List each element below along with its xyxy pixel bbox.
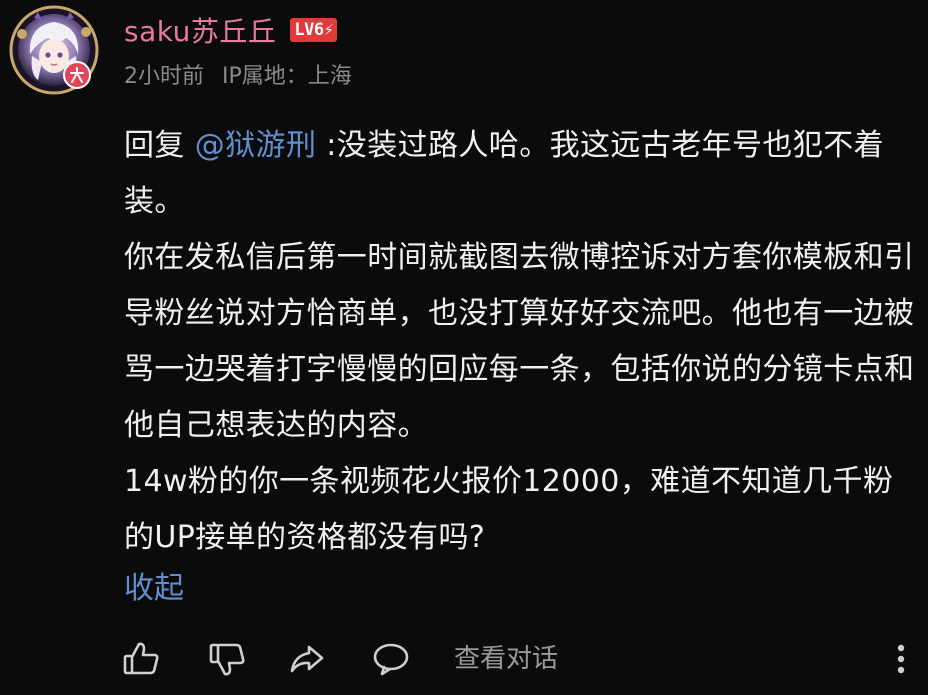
reply-prefix: 回复 <box>124 128 195 163</box>
thumbs-up-icon[interactable] <box>120 638 162 680</box>
username-row: saku苏丘丘 LV6⚡ <box>124 10 338 50</box>
ip-location: IP属地：上海 <box>222 64 352 89</box>
comment-paragraph: 你在发私信后第一时间就截图去微博控诉对方套你模板和引导粉丝说对方恰商单，也没打算… <box>124 240 915 443</box>
comment-paragraph: 回复 @狱游刑 :没装过路人哈。我这远古老年号也犯不着装。 <box>124 118 919 230</box>
comment-icon[interactable] <box>370 638 412 680</box>
collapse-button[interactable]: 收起 <box>124 564 184 614</box>
thumbs-down-icon[interactable] <box>206 638 248 680</box>
share-icon[interactable] <box>286 638 328 680</box>
vip-badge-icon <box>63 61 91 89</box>
comment-body: 回复 @狱游刑 :没装过路人哈。我这远古老年号也犯不着装。 你在发私信后第一时间… <box>124 118 919 566</box>
action-bar: 查看对话 <box>118 634 918 684</box>
more-vertical-icon[interactable] <box>886 638 916 680</box>
comment-card: saku苏丘丘 LV6⚡ 2小时前 IP属地：上海 回复 @狱游刑 :没装过路人… <box>0 0 928 695</box>
mention-link[interactable]: @狱游刑 <box>195 128 317 163</box>
timestamp: 2小时前 <box>124 64 204 89</box>
username[interactable]: saku苏丘丘 <box>124 10 276 50</box>
comment-paragraph: 14w粉的你一条视频花火报价12000，难道不知道几千粉的UP接单的资格都没有吗… <box>124 464 894 555</box>
view-conversation-button[interactable]: 查看对话 <box>454 640 558 678</box>
avatar[interactable] <box>8 4 100 96</box>
level-badge: LV6⚡ <box>290 18 338 42</box>
comment-meta: 2小时前 IP属地：上海 <box>124 58 352 90</box>
